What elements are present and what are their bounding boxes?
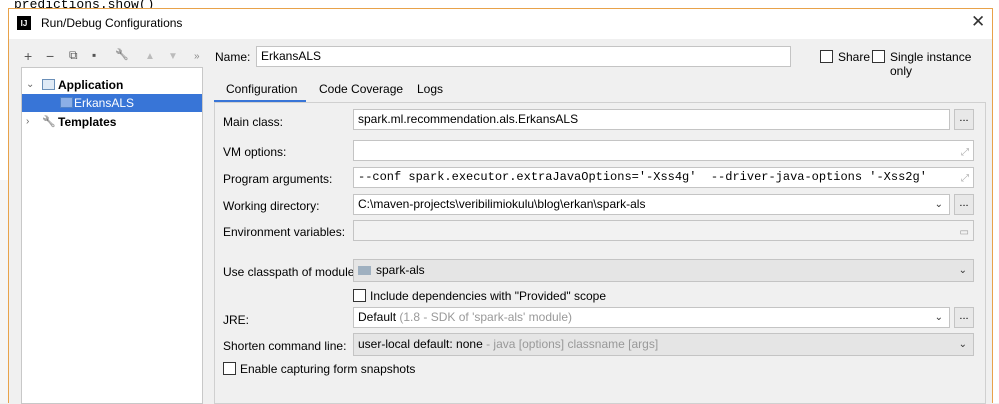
shorten-command-line-label: Shorten command line:: [223, 339, 346, 353]
module-value: spark-als: [376, 263, 425, 277]
remove-icon[interactable]: −: [46, 48, 54, 64]
jre-hint: (1.8 - SDK of 'spark-als' module): [399, 310, 572, 324]
main-class-label: Main class:: [223, 115, 283, 129]
config-tree: ⌄ Application ErkansALS › 🔧 Templates: [21, 67, 203, 404]
move-up-icon[interactable]: ▲: [145, 51, 155, 62]
wrench-icon: 🔧: [42, 113, 56, 131]
tab-code-coverage[interactable]: Code Coverage: [319, 82, 403, 96]
working-directory-input[interactable]: C:\maven-projects\veribilimiokulu\blog\e…: [353, 194, 950, 215]
background-strip: [0, 180, 8, 403]
tab-configuration[interactable]: Configuration: [226, 82, 297, 96]
environment-variables-input[interactable]: ▭: [353, 220, 974, 241]
include-provided-checkbox[interactable]: [353, 289, 366, 302]
main-class-browse-button[interactable]: ...: [954, 109, 974, 130]
jre-value: Default: [358, 310, 396, 324]
program-arguments-input[interactable]: --conf spark.executor.extraJavaOptions='…: [353, 167, 974, 188]
program-arguments-label: Program arguments:: [223, 172, 332, 186]
add-icon[interactable]: +: [24, 48, 32, 64]
save-icon[interactable]: ▪: [92, 48, 96, 62]
folder-icon[interactable]: ▭: [960, 223, 969, 241]
wrench-icon[interactable]: 🔧: [115, 48, 129, 61]
shorten-value: user-local default: none: [358, 337, 483, 351]
window-title: Run/Debug Configurations: [41, 16, 182, 30]
tree-item-application[interactable]: ⌄ Application: [22, 76, 202, 94]
expand-icon[interactable]: ⤢: [961, 170, 969, 188]
tree-item-label: Templates: [58, 113, 116, 131]
application-icon: [42, 79, 55, 90]
tree-item-erkansals[interactable]: ErkansALS: [22, 94, 202, 112]
name-input[interactable]: ErkansALS: [256, 46, 791, 67]
program-arguments-value: --conf spark.executor.extraJavaOptions='…: [358, 170, 927, 184]
vm-options-label: VM options:: [223, 145, 286, 159]
include-provided-label: Include dependencies with "Provided" sco…: [370, 289, 606, 303]
jre-input[interactable]: Default (1.8 - SDK of 'spark-als' module…: [353, 307, 950, 328]
share-label: Share: [838, 50, 870, 64]
application-config-icon: [60, 97, 73, 108]
working-directory-value: C:\maven-projects\veribilimiokulu\blog\e…: [358, 197, 645, 211]
chevron-down-icon: ⌄: [959, 334, 967, 355]
chevron-down-icon[interactable]: ⌄: [935, 195, 943, 214]
tree-item-label: ErkansALS: [74, 94, 134, 112]
jre-browse-button[interactable]: ...: [954, 307, 974, 328]
jre-label: JRE:: [223, 313, 249, 327]
copy-icon[interactable]: ⧉: [69, 48, 78, 63]
single-instance-label: Single instance only: [890, 50, 992, 78]
tree-item-templates[interactable]: › 🔧 Templates: [22, 113, 202, 131]
close-icon[interactable]: ✕: [971, 12, 985, 32]
enable-snapshots-label: Enable capturing form snapshots: [240, 362, 415, 376]
shorten-command-line-select[interactable]: user-local default: none - java [options…: [353, 333, 974, 356]
more-icon[interactable]: »: [194, 51, 200, 62]
enable-snapshots-checkbox[interactable]: [223, 362, 236, 375]
module-label: Use classpath of module:: [223, 265, 358, 279]
environment-variables-label: Environment variables:: [223, 225, 345, 239]
tree-item-label: Application: [58, 76, 123, 94]
working-directory-browse-button[interactable]: ...: [954, 194, 974, 215]
chevron-right-icon[interactable]: ›: [26, 113, 29, 131]
tab-logs[interactable]: Logs: [417, 82, 443, 96]
move-down-icon[interactable]: ▼: [168, 51, 178, 62]
run-debug-dialog: IJ Run/Debug Configurations ✕ + − ⧉ ▪ 🔧 …: [8, 8, 993, 403]
shorten-hint: - java [options] classname [args]: [486, 337, 658, 351]
module-icon: [358, 266, 371, 275]
single-instance-checkbox[interactable]: [872, 50, 885, 63]
main-class-input[interactable]: spark.ml.recommendation.als.ErkansALS: [353, 109, 950, 130]
chevron-down-icon: ⌄: [959, 260, 967, 281]
name-label: Name:: [215, 50, 250, 64]
share-checkbox[interactable]: [820, 50, 833, 63]
chevron-down-icon[interactable]: ⌄: [935, 308, 943, 327]
working-directory-label: Working directory:: [223, 199, 319, 213]
module-select[interactable]: spark-als ⌄: [353, 259, 974, 282]
title-bar: IJ Run/Debug Configurations ✕: [9, 9, 992, 39]
chevron-down-icon[interactable]: ⌄: [26, 76, 34, 94]
intellij-logo-icon: IJ: [17, 16, 31, 30]
expand-icon[interactable]: ⤢: [961, 143, 969, 161]
vm-options-input[interactable]: ⤢: [353, 140, 974, 161]
